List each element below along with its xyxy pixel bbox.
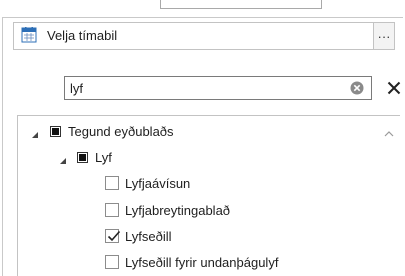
calendar-icon (21, 27, 37, 43)
close-icon[interactable] (384, 77, 404, 99)
tree-node-root[interactable]: Tegund eyðublaðs (31, 121, 174, 141)
collapse-icon[interactable] (31, 127, 39, 138)
more-options-button[interactable]: ··· (373, 22, 395, 50)
item-checkbox[interactable] (105, 255, 119, 269)
list-item[interactable]: Lyfjabreytingablað (105, 200, 230, 220)
list-item[interactable]: Lyfseðill (105, 226, 171, 246)
more-options-icon: ··· (377, 28, 391, 44)
list-item-label: Lyfjaávísun (125, 175, 191, 191)
time-period-label: Velja tímabil (47, 28, 118, 43)
checkmark-icon (107, 230, 121, 242)
tree-node-label: Tegund eyðublaðs (68, 123, 174, 139)
collapse-icon[interactable] (59, 153, 67, 164)
list-item[interactable]: Lyfseðill fyrir undanþágulyf (105, 252, 278, 272)
category-tree: Tegund eyðublaðs Lyf Lyfjaávísun Lyfjabr… (17, 115, 400, 276)
partial-check-icon[interactable] (50, 125, 61, 137)
time-period-selector[interactable]: Velja tímabil ··· (13, 22, 395, 50)
list-item[interactable]: Lyfjaávísun (105, 173, 190, 193)
list-item-label: Lyfjabreytingablað (125, 202, 231, 218)
item-checkbox[interactable] (105, 176, 119, 190)
tree-node-group[interactable]: Lyf (59, 147, 112, 167)
list-item-label: Lyfseðill fyrir undanþágulyf (125, 254, 279, 270)
partial-check-icon[interactable] (77, 151, 88, 163)
item-checkbox[interactable] (105, 203, 119, 217)
top-dropdown-edge (160, 0, 322, 9)
clear-search-icon[interactable] (350, 81, 364, 95)
item-checkbox[interactable] (105, 229, 121, 243)
scroll-up-icon[interactable] (384, 125, 394, 140)
list-item-label: Lyfseðill (125, 228, 172, 244)
search-input[interactable] (64, 76, 372, 100)
tree-node-label: Lyf (95, 149, 112, 165)
